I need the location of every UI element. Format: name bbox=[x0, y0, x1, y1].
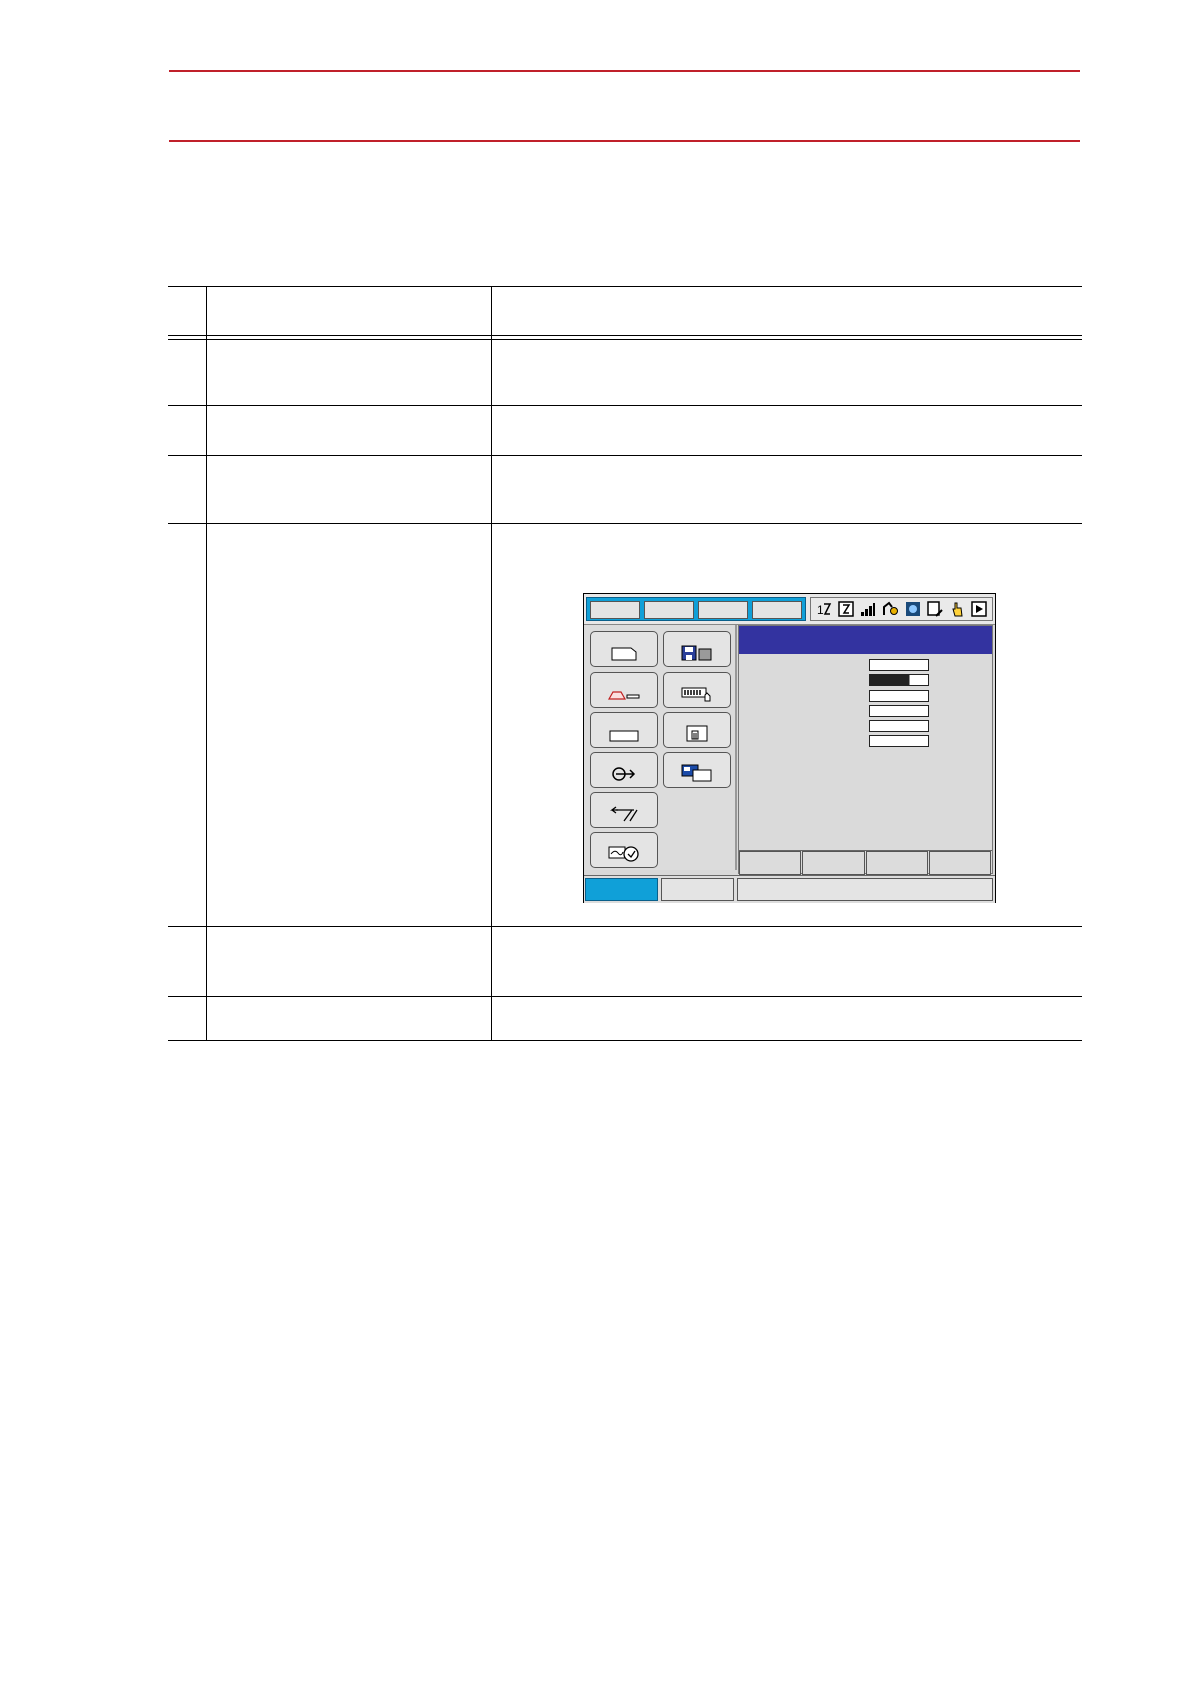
function-key[interactable] bbox=[865, 851, 928, 875]
menu-system-info-button[interactable] bbox=[590, 712, 658, 748]
main-menu-button[interactable] bbox=[585, 878, 658, 901]
setting-field-selected[interactable] bbox=[869, 674, 929, 686]
pendant-bottom-bar bbox=[584, 875, 995, 903]
menu-io-button[interactable] bbox=[663, 672, 731, 708]
function-key[interactable] bbox=[739, 851, 802, 875]
menu-arc-welding-button[interactable] bbox=[590, 752, 658, 788]
tab-data[interactable] bbox=[590, 601, 640, 619]
io-icon bbox=[681, 687, 711, 702]
tab-edit[interactable] bbox=[644, 601, 694, 619]
system-info-icon bbox=[609, 730, 639, 742]
svg-text:1: 1 bbox=[817, 603, 824, 617]
security-icon bbox=[905, 601, 921, 617]
message-line bbox=[737, 878, 993, 901]
setting-field[interactable] bbox=[869, 659, 929, 671]
setting-field[interactable] bbox=[869, 705, 929, 717]
tab-display[interactable] bbox=[698, 601, 748, 619]
menu-in-out-button[interactable] bbox=[590, 792, 658, 828]
edit-icon bbox=[926, 601, 943, 617]
file-save-icon bbox=[681, 645, 712, 661]
table-row bbox=[168, 339, 1082, 405]
content-title-bar bbox=[739, 626, 992, 654]
tab-utility[interactable] bbox=[752, 601, 802, 619]
jog-mode-icon: 1 bbox=[816, 601, 832, 617]
menu-file-button[interactable] bbox=[663, 631, 731, 667]
pendant-top-bar: 1 bbox=[584, 594, 995, 625]
coordinate-icon bbox=[838, 601, 854, 617]
display-setup-icon bbox=[681, 764, 712, 782]
table-row bbox=[168, 286, 1082, 335]
table-rule bbox=[168, 335, 1082, 336]
table-row bbox=[168, 405, 1082, 455]
in-out-icon bbox=[610, 806, 638, 822]
robot-group-icon bbox=[882, 601, 899, 617]
menu-tab-bar bbox=[586, 597, 806, 621]
setting-field[interactable] bbox=[869, 720, 929, 732]
table-rule bbox=[168, 1040, 1082, 1041]
function-key[interactable] bbox=[928, 851, 991, 875]
variable-icon bbox=[686, 725, 708, 742]
speed-bars-icon bbox=[860, 601, 876, 617]
header-rule-bottom bbox=[169, 140, 1080, 142]
job-icon bbox=[611, 647, 637, 661]
status-icon-bar: 1 bbox=[810, 597, 993, 621]
table-row bbox=[168, 996, 1082, 1040]
menu-variable-button[interactable] bbox=[663, 712, 731, 748]
menu-setup-button[interactable] bbox=[590, 832, 658, 868]
setting-field[interactable] bbox=[869, 690, 929, 702]
robot-icon bbox=[607, 691, 640, 700]
menu-display-setup-button[interactable] bbox=[663, 752, 731, 788]
menu-robot-button[interactable] bbox=[590, 672, 658, 708]
setting-field[interactable] bbox=[869, 735, 929, 747]
main-content-pane bbox=[738, 625, 993, 875]
setup-clock-icon bbox=[608, 846, 639, 862]
menu-job-button[interactable] bbox=[590, 631, 658, 667]
header-rule-top bbox=[169, 70, 1080, 72]
function-key-bar bbox=[739, 850, 992, 875]
function-key[interactable] bbox=[802, 851, 865, 875]
simple-menu-button[interactable] bbox=[661, 878, 734, 901]
hand-pointer-icon bbox=[949, 601, 965, 617]
table-row bbox=[168, 926, 1082, 996]
table-row bbox=[168, 455, 1082, 523]
pendant-screen: 1 bbox=[583, 593, 996, 903]
play-mode-icon bbox=[971, 601, 987, 617]
arc-welding-icon bbox=[612, 767, 636, 781]
main-menu-pane bbox=[584, 625, 737, 870]
